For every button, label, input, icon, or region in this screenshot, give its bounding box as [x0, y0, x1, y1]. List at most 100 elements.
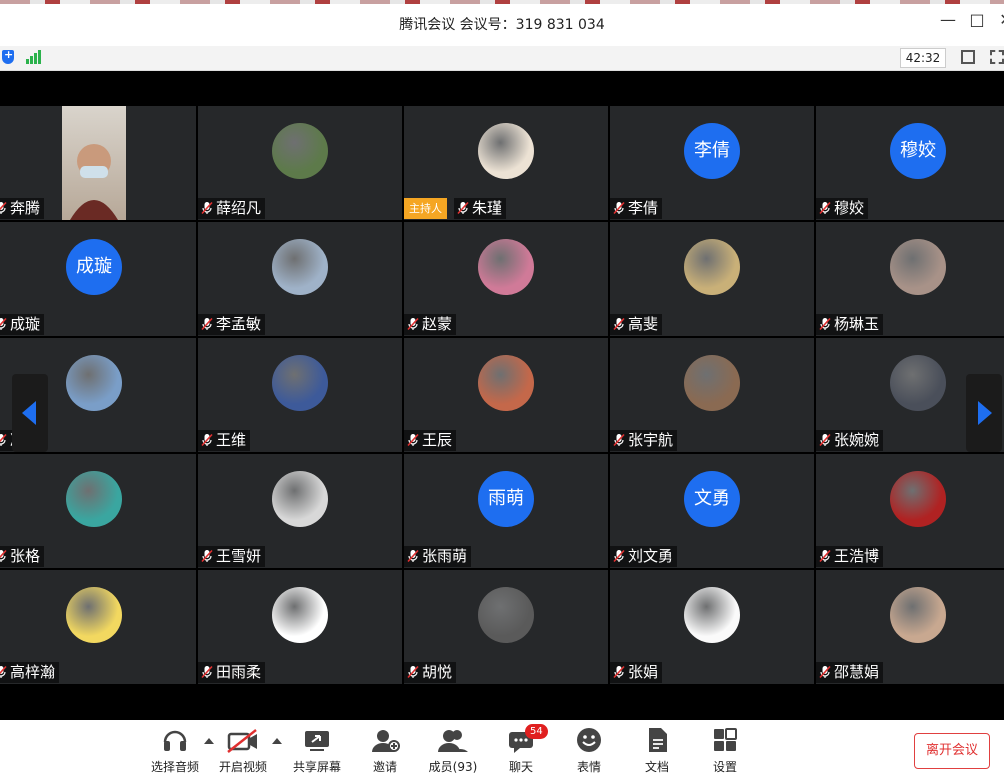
invite-button[interactable]: 邀请 [351, 724, 419, 775]
participant-tile[interactable]: 张宇航 [610, 338, 814, 452]
mic-muted-icon [819, 317, 831, 331]
mic-muted-icon [0, 201, 7, 214]
participant-name-text: 张格 [10, 547, 41, 565]
participant-tile[interactable]: 赵蒙 [404, 222, 608, 336]
avatar: 成璇 [66, 239, 122, 295]
participant-tile[interactable]: 王维 [198, 338, 402, 452]
mic-muted-icon [407, 433, 419, 447]
avatar [66, 471, 122, 527]
docs-button[interactable]: 文档 [623, 724, 691, 775]
avatar: 文勇 [684, 471, 740, 527]
avatar: 雨萌 [478, 471, 534, 527]
participant-name: 张宇航 [610, 430, 678, 451]
layout-icon[interactable] [961, 50, 975, 64]
mic-muted-icon [819, 201, 831, 215]
participant-name: 高斐 [610, 314, 663, 335]
participant-tile[interactable]: 主持人 朱瑾 [404, 106, 608, 220]
audio-button[interactable]: 选择音频 [141, 724, 209, 775]
mic-muted-icon [201, 201, 213, 215]
close-button[interactable]: ✕ [994, 10, 1004, 29]
participant-name-text: 朱瑾 [472, 199, 503, 217]
prev-page-button[interactable] [12, 374, 48, 452]
host-badge: 主持人 [404, 198, 447, 219]
participant-tile[interactable]: 高斐 [610, 222, 814, 336]
avatar [478, 123, 534, 179]
participant-name-text: 李孟敏 [216, 315, 262, 333]
share-screen-icon [305, 731, 329, 751]
participant-tile[interactable]: 杨琳玉 [816, 222, 1004, 336]
next-page-button[interactable] [966, 374, 1002, 452]
settings-label: 设置 [712, 760, 737, 774]
security-shield-icon[interactable] [2, 48, 14, 64]
participant-name-text: 刘文勇 [628, 547, 674, 565]
participant-tile[interactable]: 田雨柔 [198, 570, 402, 684]
participant-name-text: 张宇航 [628, 431, 674, 449]
participant-tile[interactable]: 王雪妍 [198, 454, 402, 568]
participant-name-text: 高梓瀚 [10, 663, 56, 681]
meeting-toolbar: 选择音频 开启视频 共享屏幕 邀请 成员(93) 54 聊天 表情 文档 设置 … [0, 720, 1004, 779]
mic-muted-icon [819, 433, 831, 447]
participant-tile[interactable]: 薛绍凡 [198, 106, 402, 220]
chat-label: 聊天 [508, 760, 533, 774]
avatar [684, 587, 740, 643]
participant-tile[interactable]: 高梓瀚 [0, 570, 196, 684]
window-title: 腾讯会议 会议号：319 831 034 [399, 17, 605, 33]
participant-tile[interactable]: 李孟敏 [198, 222, 402, 336]
participant-name: 赵蒙 [404, 314, 457, 335]
mic-muted-icon [201, 549, 213, 563]
share-screen-button[interactable]: 共享屏幕 [283, 724, 351, 775]
participant-tile[interactable]: 胡悦 [404, 570, 608, 684]
participant-tile[interactable]: 王辰 [404, 338, 608, 452]
video-button[interactable]: 开启视频 [209, 724, 277, 775]
share-screen-label: 共享屏幕 [292, 760, 341, 774]
participant-tile[interactable]: 雨萌 张雨萌 [404, 454, 608, 568]
participant-tile[interactable]: 穆姣 穆姣 [816, 106, 1004, 220]
participant-tile[interactable]: 成璇 成璇 [0, 222, 196, 336]
members-icon [438, 730, 468, 752]
participant-name: 张雨萌 [404, 546, 472, 567]
participant-name-text: 胡悦 [422, 663, 453, 681]
participant-name: 王辰 [404, 430, 457, 451]
participant-tile[interactable]: 张格 [0, 454, 196, 568]
reaction-button[interactable]: 表情 [555, 724, 623, 775]
members-button[interactable]: 成员(93) [419, 724, 487, 775]
chat-unread-badge: 54 [525, 724, 548, 739]
mic-muted-icon [613, 665, 625, 679]
video-options-caret[interactable] [272, 738, 282, 744]
participant-name: 成璇 [0, 314, 45, 335]
members-label: 成员(93) [428, 760, 478, 774]
settings-button[interactable]: 设置 [691, 724, 759, 775]
participant-name-text: 穆姣 [834, 199, 865, 217]
participant-name: 田雨柔 [198, 662, 266, 683]
participant-tile[interactable]: 张娟 [610, 570, 814, 684]
participant-tile[interactable]: 奔腾 [0, 106, 196, 220]
avatar [890, 587, 946, 643]
audio-label: 选择音频 [150, 760, 199, 774]
mic-muted-icon [201, 317, 213, 331]
participant-name-text: 王辰 [422, 431, 453, 449]
invite-user-icon [372, 730, 400, 752]
participant-name-text: 张婉婉 [834, 431, 880, 449]
chat-button[interactable]: 54 聊天 [487, 724, 555, 775]
network-signal-icon[interactable] [26, 50, 42, 64]
reaction-label: 表情 [576, 760, 601, 774]
top-decor-strip [0, 0, 1004, 4]
mic-muted-icon [407, 549, 419, 563]
minimize-button[interactable]: — [936, 10, 960, 29]
mic-muted-icon [819, 549, 831, 563]
participant-tile[interactable]: 李倩 李倩 [610, 106, 814, 220]
participant-tile[interactable]: 王浩博 [816, 454, 1004, 568]
status-bar: 42:32 [0, 46, 1004, 71]
participant-tile[interactable]: 文勇刘文勇 [610, 454, 814, 568]
participant-name: 邵慧娟 [816, 662, 884, 683]
participant-name: 张格 [0, 546, 45, 567]
video-off-icon [227, 729, 257, 753]
leave-meeting-button[interactable]: 离开会议 [914, 733, 990, 769]
avatar [66, 355, 122, 411]
mic-muted-icon [819, 665, 831, 679]
participant-tile[interactable]: 邵慧娟 [816, 570, 1004, 684]
fullscreen-icon[interactable] [990, 50, 1004, 64]
avatar [272, 239, 328, 295]
participant-name: 张娟 [610, 662, 663, 683]
maximize-button[interactable]: □ [965, 10, 989, 29]
